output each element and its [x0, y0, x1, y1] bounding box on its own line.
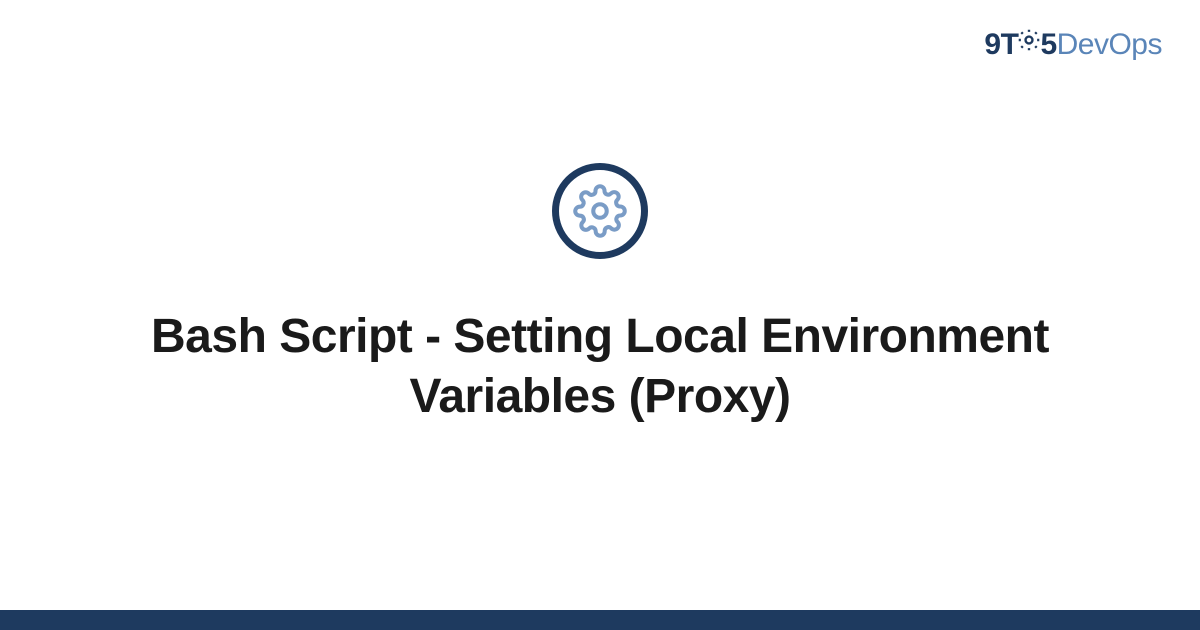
page-title: Bash Script - Setting Local Environment … — [150, 307, 1050, 427]
main-content: Bash Script - Setting Local Environment … — [0, 0, 1200, 630]
gear-icon — [573, 184, 627, 238]
bottom-accent-bar — [0, 610, 1200, 630]
gear-icon-circle — [552, 163, 648, 259]
